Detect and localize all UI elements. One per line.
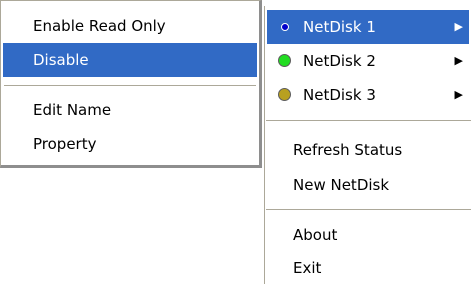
menu-item-new-netdisk[interactable]: New NetDisk [267,168,469,202]
menu-item-disable[interactable]: Disable [3,43,257,77]
status-dot-icon [278,88,291,101]
submenu-arrow-icon: ▶ [454,54,463,67]
menu-item-label: Exit [293,259,322,277]
menu-item-edit-name[interactable]: Edit Name [3,93,257,127]
menu-item-label: NetDisk 3 [303,86,376,104]
menu-item-label: NetDisk 2 [303,52,376,70]
menu-item-label: Refresh Status [293,141,403,159]
menu-item-label: NetDisk 1 [303,18,376,36]
menu-item-about[interactable]: About [267,218,469,252]
status-dot-icon [278,54,291,67]
menu-item-label: New NetDisk [293,176,390,194]
menu-item-exit[interactable]: Exit [267,251,469,285]
menu-item-label: Disable [33,51,89,69]
menu-item-refresh-status[interactable]: Refresh Status [267,133,469,167]
menu-item-enable-read-only[interactable]: Enable Read Only [3,9,257,43]
submenu-arrow-icon: ▶ [454,20,463,33]
menu-separator [4,85,256,86]
menu-item-label: Edit Name [33,101,112,119]
menu-item-netdisk-2[interactable]: NetDisk 2 ▶ [267,44,469,78]
status-dot-icon [281,23,289,31]
menu-item-netdisk-1[interactable]: NetDisk 1 ▶ [267,10,469,44]
menu-item-label: Enable Read Only [33,17,166,35]
menu-item-label: About [293,226,338,244]
tray-context-menu: NetDisk 1 ▶ NetDisk 2 ▶ NetDisk 3 ▶ Refr… [264,6,471,284]
menu-separator [266,120,471,121]
submenu-arrow-icon: ▶ [454,88,463,101]
menu-separator [266,209,471,210]
menu-item-property[interactable]: Property [3,127,257,161]
netdisk-submenu: Enable Read Only Disable Edit Name Prope… [0,0,262,168]
menu-item-label: Property [33,135,97,153]
menu-item-netdisk-3[interactable]: NetDisk 3 ▶ [267,78,469,112]
